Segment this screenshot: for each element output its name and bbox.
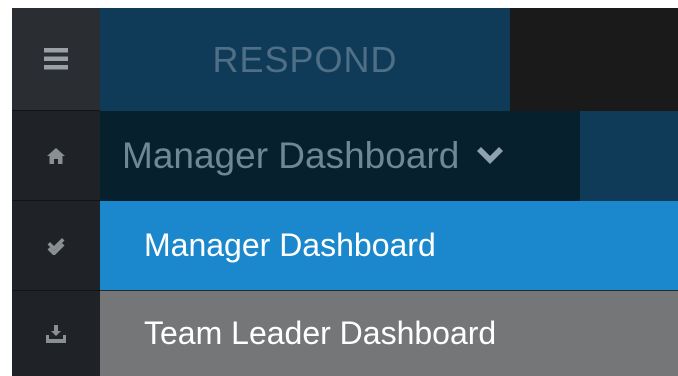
brand-title[interactable]: RESPOND — [100, 8, 510, 111]
option-label: Team Leader Dashboard — [144, 315, 497, 351]
sidebar-item-home[interactable] — [12, 111, 100, 201]
chevron-down-icon — [477, 147, 504, 165]
menu-button[interactable] — [12, 8, 100, 111]
double-check-icon — [47, 237, 65, 255]
sidebar-item-downloads[interactable] — [12, 291, 100, 376]
option-label: Manager Dashboard — [144, 227, 436, 263]
dashboard-dropdown[interactable]: Manager Dashboard — [100, 111, 580, 201]
sidebar-rail — [12, 8, 100, 376]
dashboard-dropdown-menu: Manager Dashboard Team Leader Dashboard — [100, 201, 678, 376]
home-icon — [47, 147, 65, 164]
menu-icon — [44, 48, 68, 70]
dropdown-option-team-leader-dashboard[interactable]: Team Leader Dashboard — [100, 290, 678, 376]
dashboard-dropdown-label: Manager Dashboard — [122, 135, 460, 176]
app-window: RESPOND Manager Dashboard Manager Dashbo… — [0, 0, 678, 376]
dropdown-option-manager-dashboard[interactable]: Manager Dashboard — [100, 201, 678, 290]
download-tray-icon — [46, 324, 66, 343]
sidebar-item-tasks[interactable] — [12, 201, 100, 291]
